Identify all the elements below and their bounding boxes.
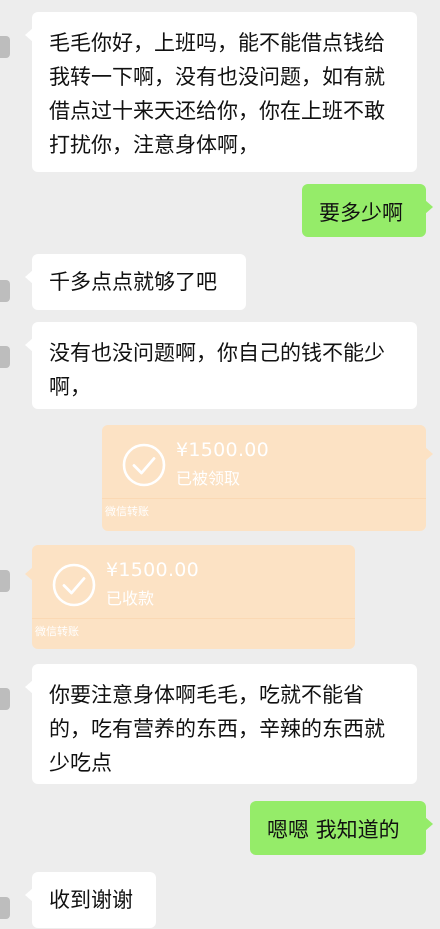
incoming-message-bubble[interactable]: 你要注意身体啊毛毛，吃就不能省的，吃有营养的东西，辛辣的东西就少吃点: [25, 664, 417, 784]
transfer-status: 已收款: [106, 589, 155, 608]
message-text: 要多少啊: [319, 201, 403, 225]
message-text: 嗯嗯 我知道的: [267, 818, 400, 842]
transfer-divider: [32, 618, 355, 619]
message-text: 毛毛你好，上班吗，能不能借点钱给我转一下啊，没有也没问题，如有就借点过十来天还给…: [49, 31, 385, 157]
transfer-card-sent[interactable]: ¥1500.00 已被领取 微信转账: [102, 425, 433, 531]
transfer-divider: [102, 498, 426, 499]
message-text: 千多点点就够了吧: [49, 270, 217, 294]
transfer-amount: ¥1500.00: [176, 439, 270, 461]
avatar[interactable]: [0, 897, 10, 919]
check-circle-icon: [122, 443, 166, 487]
transfer-amount: ¥1500.00: [106, 559, 200, 581]
message-text: 没有也没问题啊，你自己的钱不能少啊，: [49, 341, 385, 399]
incoming-message-bubble[interactable]: 毛毛你好，上班吗，能不能借点钱给我转一下啊，没有也没问题，如有就借点过十来天还给…: [25, 12, 417, 172]
outgoing-message-bubble[interactable]: 要多少啊: [302, 184, 433, 237]
transfer-status: 已被领取: [176, 469, 241, 488]
incoming-message-bubble[interactable]: 没有也没问题啊，你自己的钱不能少啊，: [25, 322, 417, 409]
incoming-message-bubble[interactable]: 收到谢谢: [25, 872, 156, 928]
avatar[interactable]: [0, 570, 10, 592]
transfer-card-received[interactable]: ¥1500.00 已收款 微信转账: [25, 545, 355, 649]
message-text: 你要注意身体啊毛毛，吃就不能省的，吃有营养的东西，辛辣的东西就少吃点: [49, 683, 385, 775]
check-circle-icon: [52, 563, 96, 607]
transfer-label: 微信转账: [105, 505, 149, 518]
avatar[interactable]: [0, 280, 10, 302]
avatar[interactable]: [0, 36, 10, 58]
avatar[interactable]: [0, 346, 10, 368]
avatar[interactable]: [0, 688, 10, 710]
incoming-message-bubble[interactable]: 千多点点就够了吧: [25, 254, 246, 310]
outgoing-message-bubble[interactable]: 嗯嗯 我知道的: [250, 801, 433, 855]
message-text: 收到谢谢: [49, 888, 133, 912]
transfer-label: 微信转账: [35, 625, 79, 638]
